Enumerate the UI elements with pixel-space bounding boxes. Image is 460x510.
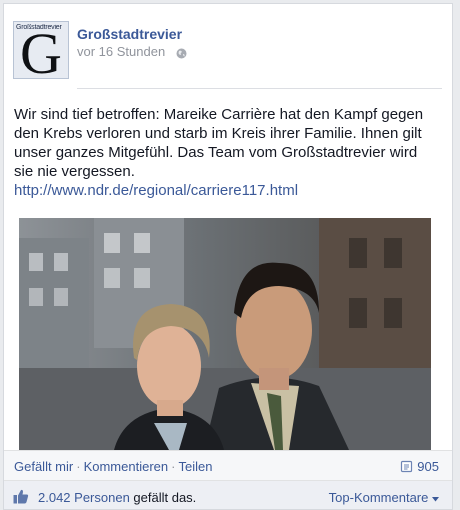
- likes-summary: 2.042 Personen gefällt das.: [38, 490, 196, 505]
- shares-counter[interactable]: 905: [400, 459, 439, 476]
- comment-button[interactable]: Kommentieren: [84, 459, 169, 474]
- logo-letter: G: [20, 21, 62, 79]
- post-message: Wir sind tief betroffen: Mareike Carrièr…: [14, 105, 439, 200]
- share-button[interactable]: Teilen: [178, 459, 212, 474]
- post-timestamp[interactable]: vor 16 Stunden: [77, 44, 165, 59]
- post-card: Großstadtrevier G Großstadtrevier vor 16…: [3, 3, 453, 510]
- likes-bar: 2.042 Personen gefällt das. Top-Kommenta…: [4, 480, 452, 509]
- likes-count-link[interactable]: 2.042 Personen: [38, 490, 130, 505]
- top-comments-label: Top-Kommentare: [328, 490, 429, 505]
- share-icon: [400, 460, 413, 476]
- page-logo[interactable]: Großstadtrevier G: [13, 21, 69, 79]
- likes-suffix: gefällt das.: [133, 490, 197, 505]
- header-divider: [77, 88, 442, 89]
- separator: ·: [76, 459, 81, 474]
- post-actions: Gefällt mir · Kommentieren · Teilen: [14, 459, 212, 474]
- top-comments-dropdown[interactable]: Top-Kommentare: [329, 490, 439, 505]
- separator: ·: [171, 459, 176, 474]
- thumbs-up-icon: [13, 489, 29, 507]
- globe-icon: [176, 46, 187, 59]
- chevron-down-icon: [432, 490, 439, 505]
- post-photo[interactable]: [19, 218, 431, 450]
- post-body-text: Wir sind tief betroffen: Mareike Carrièr…: [14, 106, 424, 180]
- post-link[interactable]: http://www.ndr.de/regional/carriere117.h…: [14, 182, 298, 199]
- post-actions-bar: Gefällt mir · Kommentieren · Teilen 905: [4, 450, 452, 481]
- like-button[interactable]: Gefällt mir: [14, 459, 73, 474]
- shares-count: 905: [417, 459, 439, 474]
- page-name-link[interactable]: Großstadtrevier: [77, 26, 182, 42]
